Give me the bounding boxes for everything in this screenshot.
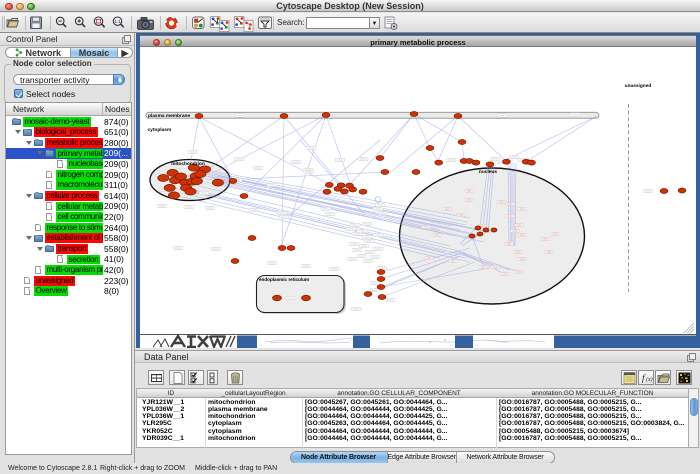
svg-text:endoplasmic reticulum: endoplasmic reticulum [259,277,309,282]
svg-text:1:1: 1:1 [114,19,121,24]
svg-text:mitochondrion: mitochondrion [171,161,205,167]
svg-text:nucleus: nucleus [479,169,497,175]
svg-text:cytoplasm: cytoplasm [148,127,172,133]
svg-text:(x): (x) [646,376,653,383]
svg-text:plasma membrane: plasma membrane [148,113,190,119]
svg-text:unassigned: unassigned [625,83,652,89]
